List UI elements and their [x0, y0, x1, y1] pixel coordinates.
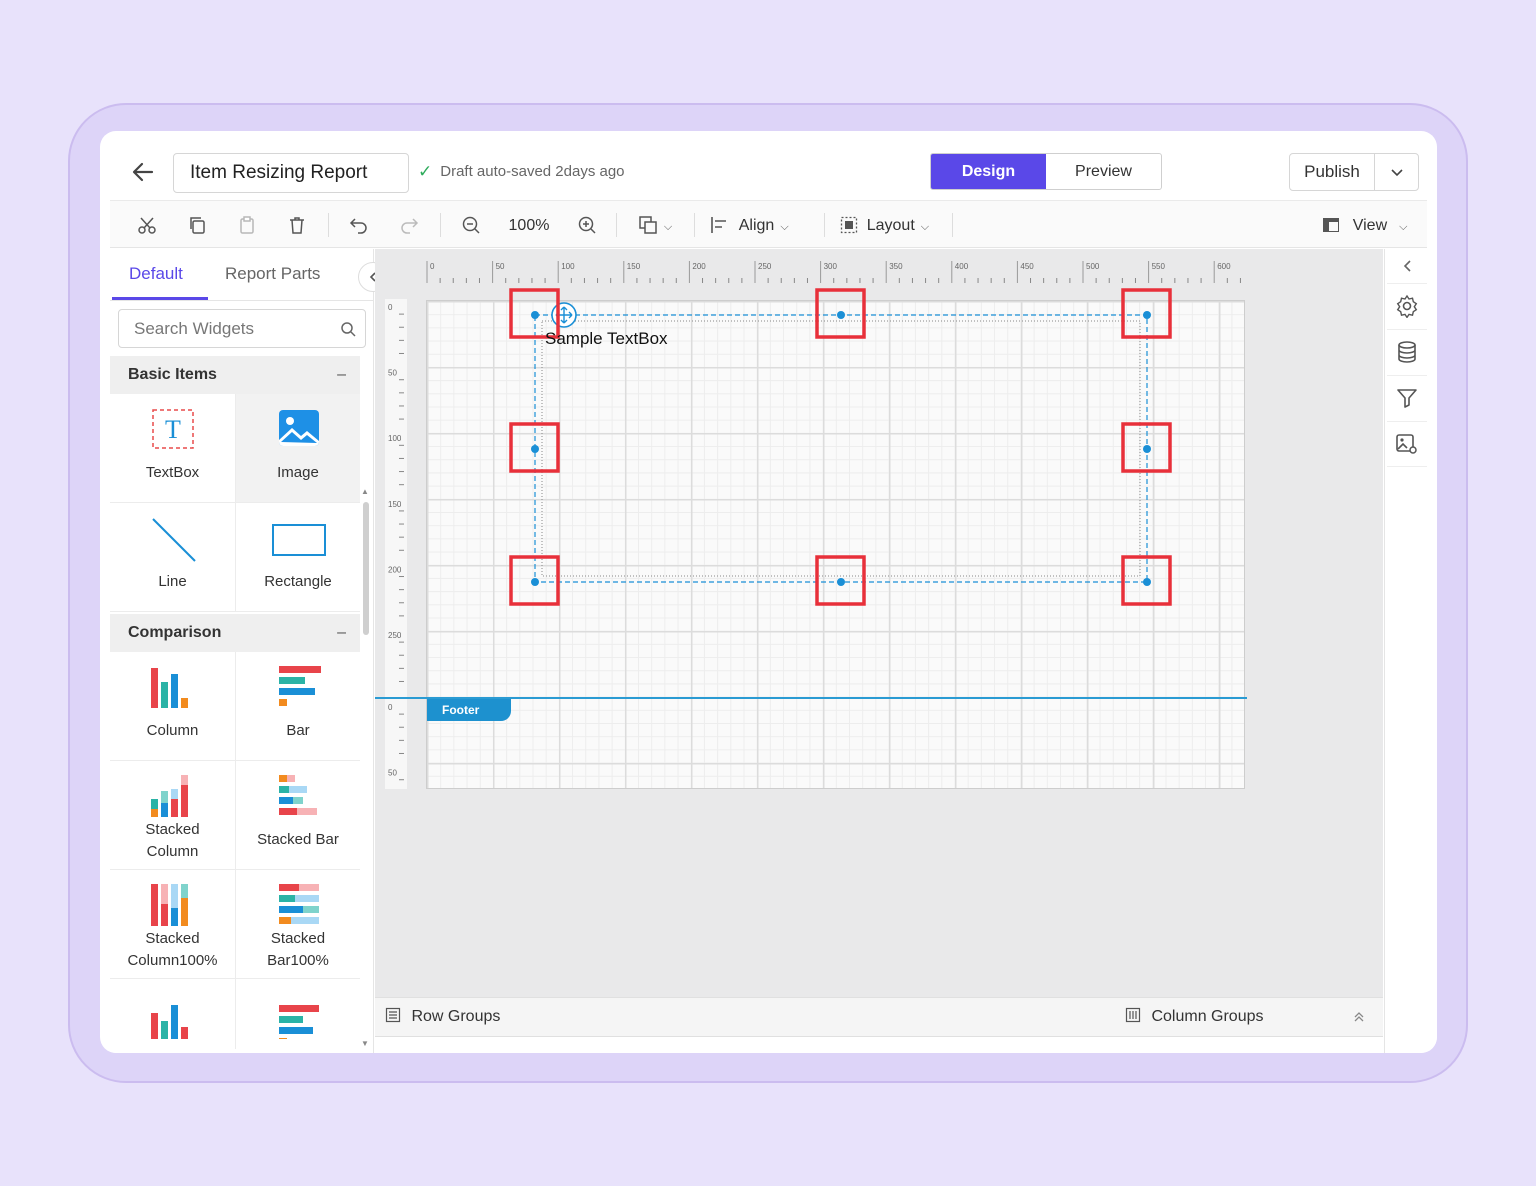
bar-chart-icon: [279, 1005, 319, 1039]
row-groups-button[interactable]: Row Groups: [385, 1006, 500, 1028]
bar-chart-icon: [279, 666, 321, 706]
column-chart-icon: [151, 1005, 188, 1039]
widget-partial-column[interactable]: [110, 979, 235, 1049]
check-icon: ✓: [418, 162, 433, 181]
widget-line[interactable]: Line: [110, 503, 235, 612]
layout-dropdown[interactable]: Layout ⌵: [840, 211, 940, 239]
chevron-left-icon[interactable]: [1395, 253, 1421, 279]
stacked-column-icon: [151, 775, 188, 817]
image-settings-icon[interactable]: [1387, 421, 1427, 467]
stacked-bar100-icon: [279, 884, 319, 924]
scroll-down-arrow-icon[interactable]: ▼: [361, 1039, 369, 1048]
view-icon: [1323, 218, 1339, 232]
widget-panel: Default Report Parts Search Widgets Basi…: [110, 249, 388, 1053]
collapse-icon[interactable]: –: [337, 614, 346, 652]
textbox-inner-border: [541, 320, 1141, 577]
widget-stacked-column[interactable]: Stacked Column: [110, 761, 235, 870]
publish-split-button: Publish: [1289, 153, 1419, 191]
scrollbar-thumb[interactable]: [363, 502, 369, 635]
tab-report-parts[interactable]: Report Parts: [225, 264, 320, 284]
footer-label[interactable]: Footer: [427, 699, 511, 721]
category-basic-items[interactable]: Basic Items –: [110, 356, 360, 394]
zoom-level[interactable]: 100%: [509, 217, 550, 234]
publish-button[interactable]: Publish: [1290, 154, 1375, 190]
publish-dropdown-chevron-icon[interactable]: [1375, 154, 1418, 190]
column-groups-icon: [1125, 1007, 1141, 1023]
delete-icon[interactable]: [284, 211, 310, 239]
category-comparison[interactable]: Comparison –: [110, 614, 360, 652]
back-arrow-icon[interactable]: [130, 159, 156, 185]
chevron-down-icon: ⌵: [663, 221, 673, 233]
redo-icon[interactable]: [396, 211, 422, 239]
zoom-in-icon[interactable]: [574, 211, 600, 239]
textbox-icon: T: [152, 409, 194, 449]
view-dropdown[interactable]: View ⌵: [1322, 211, 1422, 239]
selection-overlay: [509, 288, 1172, 606]
layout-label: Layout: [866, 217, 915, 234]
search-widgets-input[interactable]: Search Widgets: [118, 309, 366, 348]
grouping-bar: Row Groups Column Groups: [375, 997, 1383, 1037]
widget-stacked-bar[interactable]: Stacked Bar: [235, 761, 360, 870]
toolbar: 100% ⌵ Align ⌵ Layout ⌵ View ⌵: [110, 200, 1427, 248]
properties-sidebar: [1384, 249, 1437, 1053]
database-icon[interactable]: [1387, 329, 1427, 374]
view-label: View: [1352, 217, 1388, 234]
widget-image[interactable]: Image: [235, 394, 360, 503]
report-designer-window: Item Resizing Report ✓ Draft auto-saved …: [100, 131, 1437, 1053]
report-title-input[interactable]: Item Resizing Report: [173, 153, 409, 193]
resize-handles: [531, 311, 1151, 586]
svg-text:T: T: [165, 415, 181, 444]
category-label: Basic Items: [128, 366, 217, 383]
widget-textbox[interactable]: T TextBox: [110, 394, 235, 503]
settings-gear-icon[interactable]: [1387, 283, 1427, 328]
align-label: Align: [738, 217, 775, 234]
stacked-column100-icon: [151, 884, 188, 926]
align-dropdown[interactable]: Align ⌵: [710, 211, 806, 239]
row-groups-icon: [385, 1007, 401, 1023]
image-icon: [279, 410, 319, 446]
design-mode-button[interactable]: Design: [931, 154, 1046, 189]
paste-icon[interactable]: [234, 211, 260, 239]
active-tab-indicator: [112, 297, 208, 300]
tab-default[interactable]: Default: [129, 264, 183, 284]
line-icon: [152, 518, 196, 562]
widget-stacked-column100[interactable]: Stacked Column100%: [110, 870, 235, 979]
order-dropdown[interactable]: ⌵: [632, 211, 678, 239]
save-status-text: Draft auto-saved 2days ago: [440, 163, 625, 180]
widget-rectangle[interactable]: Rectangle: [235, 503, 360, 612]
search-icon: [340, 310, 356, 351]
copy-icon[interactable]: [184, 211, 210, 239]
expand-up-icon[interactable]: [1352, 1006, 1366, 1031]
textbox-selection-border: [534, 314, 1148, 583]
scroll-up-arrow-icon[interactable]: ▲: [361, 487, 369, 496]
widget-column[interactable]: Column: [110, 652, 235, 761]
mode-switch: Design Preview: [930, 153, 1162, 190]
search-placeholder: Search Widgets: [134, 319, 254, 338]
collapse-icon[interactable]: –: [337, 356, 346, 394]
undo-icon[interactable]: [346, 211, 372, 239]
column-chart-icon: [151, 668, 188, 708]
design-canvas: 0 50 100 150 200 250 300 350 400 450 500 550 600 0 50…: [375, 249, 1383, 997]
widget-stacked-bar100[interactable]: Stacked Bar100%: [235, 870, 360, 979]
save-status: ✓ Draft auto-saved 2days ago: [418, 161, 625, 183]
widget-partial-bar[interactable]: [235, 979, 360, 1049]
zoom-out-icon[interactable]: [458, 211, 484, 239]
sample-textbox[interactable]: Sample TextBox: [545, 329, 668, 349]
move-handle-icon: [551, 302, 577, 328]
column-groups-button[interactable]: Column Groups: [1125, 1006, 1264, 1028]
stacked-bar-icon: [279, 775, 317, 815]
align-icon: [711, 217, 726, 233]
layout-icon: [840, 216, 858, 234]
widget-bar[interactable]: Bar: [235, 652, 360, 761]
cut-icon[interactable]: [134, 211, 160, 239]
category-label: Comparison: [128, 624, 222, 641]
filter-icon[interactable]: [1387, 375, 1427, 420]
rectangle-icon: [272, 524, 326, 556]
preview-mode-button[interactable]: Preview: [1046, 154, 1161, 189]
widget-tabs: Default Report Parts: [110, 249, 374, 301]
